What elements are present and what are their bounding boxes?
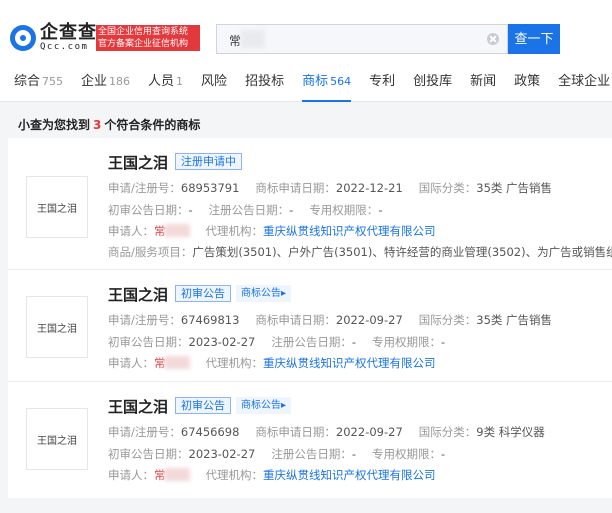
trademark-image[interactable]: 王国之泪 — [26, 296, 88, 358]
tab-policy[interactable]: 政策 — [514, 62, 540, 102]
result-count: 3 — [93, 118, 102, 132]
trademark-image[interactable]: 王国之泪 — [26, 408, 88, 470]
trademark-meta-row: 申请/注册号：67456698 商标申请日期：2022-09-27 国际分类：9类 … — [108, 425, 545, 439]
page-background — [0, 498, 612, 513]
trademark-dates-row: 初审公告日期：2023-02-27 注册公告日期：- 专用权期限：- — [108, 335, 446, 349]
top-header: 企查查 Qcc.com 全国企业信用查询系统 官方备案企业征信机构 常 查一下 — [0, 0, 612, 62]
search-button[interactable]: 查一下 — [508, 24, 560, 54]
tab-trademark[interactable]: 商标 564 — [302, 62, 352, 102]
agency-link[interactable]: 重庆纵贯线知识产权代理有限公司 — [263, 356, 436, 370]
trademark-results: 王国之泪 王国之泪 注册申请中 申请/注册号：68953791 商标申请日期：20… — [8, 138, 612, 498]
trademark-dates-row: 初审公告日期：- 注册公告日期：- 专用权期限：- — [108, 203, 383, 217]
tab-bidding[interactable]: 招投标 — [245, 62, 284, 102]
trademark-meta-row: 申请/注册号：67469813 商标申请日期：2022-09-27 国际分类：35类… — [108, 313, 553, 327]
trademark-applicant-row: 申请人：常 代理机构：重庆纵贯线知识产权代理有限公司 — [108, 468, 436, 482]
status-badge: 注册申请中 — [175, 153, 242, 170]
trademark-card[interactable]: 王国之泪 王国之泪 初审公告 商标公告▸ 申请/注册号：67456698 商标申请… — [8, 382, 612, 498]
tab-risk[interactable]: 风险 — [201, 62, 227, 102]
tab-all[interactable]: 综合 755 — [14, 62, 63, 102]
status-badge: 初审公告 — [175, 285, 231, 302]
logo-chinese-text: 企查查 — [40, 22, 97, 43]
trademark-image[interactable]: 王国之泪 — [26, 176, 88, 238]
redacted-mask — [241, 30, 265, 48]
tab-patent[interactable]: 专利 — [369, 62, 395, 102]
status-badge: 初审公告 — [175, 397, 231, 414]
redacted-mask — [163, 224, 190, 237]
tab-global-company[interactable]: 全球企业 — [558, 62, 610, 102]
trademark-applicant-row: 申请人：常 代理机构：重庆纵贯线知识产权代理有限公司 — [108, 224, 436, 238]
trademark-notice-link[interactable]: 商标公告▸ — [236, 397, 292, 414]
redacted-mask — [163, 468, 190, 481]
redacted-mask — [163, 356, 190, 369]
trademark-card[interactable]: 王国之泪 王国之泪 注册申请中 申请/注册号：68953791 商标申请日期：20… — [8, 138, 612, 270]
category-tabs: 综合 755 企业 186 人员 1 风险 招投标 商标 564 专利 创投库 新闻 政… — [0, 62, 612, 102]
qcc-logo-icon — [10, 25, 36, 51]
logo-english-text: Qcc.com — [40, 42, 89, 52]
agency-link[interactable]: 重庆纵贯线知识产权代理有限公司 — [263, 468, 436, 482]
trademark-name[interactable]: 王国之泪 — [108, 284, 168, 305]
result-summary: 小查为您找到 3 个符合条件的商标 — [18, 118, 201, 132]
tab-person[interactable]: 人员 1 — [148, 62, 183, 102]
trademark-applicant-row: 申请人：常 代理机构：重庆纵贯线知识产权代理有限公司 — [108, 356, 436, 370]
trademark-name[interactable]: 王国之泪 — [108, 396, 168, 417]
tab-news[interactable]: 新闻 — [470, 62, 496, 102]
trademark-notice-link[interactable]: 商标公告▸ — [236, 285, 292, 302]
tab-venture[interactable]: 创投库 — [413, 62, 452, 102]
trademark-name[interactable]: 王国之泪 — [108, 152, 168, 173]
qcc-logo[interactable]: 企查查 Qcc.com — [10, 24, 97, 52]
clear-icon[interactable] — [487, 33, 499, 45]
agency-link[interactable]: 重庆纵贯线知识产权代理有限公司 — [263, 224, 436, 238]
tab-company[interactable]: 企业 186 — [81, 62, 130, 102]
trademark-card[interactable]: 王国之泪 王国之泪 初审公告 商标公告▸ 申请/注册号：67469813 商标申请… — [8, 270, 612, 382]
search-input-value: 常 — [229, 34, 242, 48]
trademark-meta-row: 申请/注册号：68953791 商标申请日期：2022-12-21 国际分类：35类… — [108, 181, 553, 195]
official-slogan-badge: 全国企业信用查询系统 官方备案企业征信机构 — [96, 25, 200, 51]
search-input[interactable]: 常 — [216, 24, 508, 54]
trademark-dates-row: 初审公告日期：2023-02-27 注册公告日期：- 专用权期限：- — [108, 447, 446, 461]
trademark-goods-row: 商品/服务项目：广告策划(3501)、户外广告(3501)、特许经营的商业管理(… — [108, 245, 612, 259]
